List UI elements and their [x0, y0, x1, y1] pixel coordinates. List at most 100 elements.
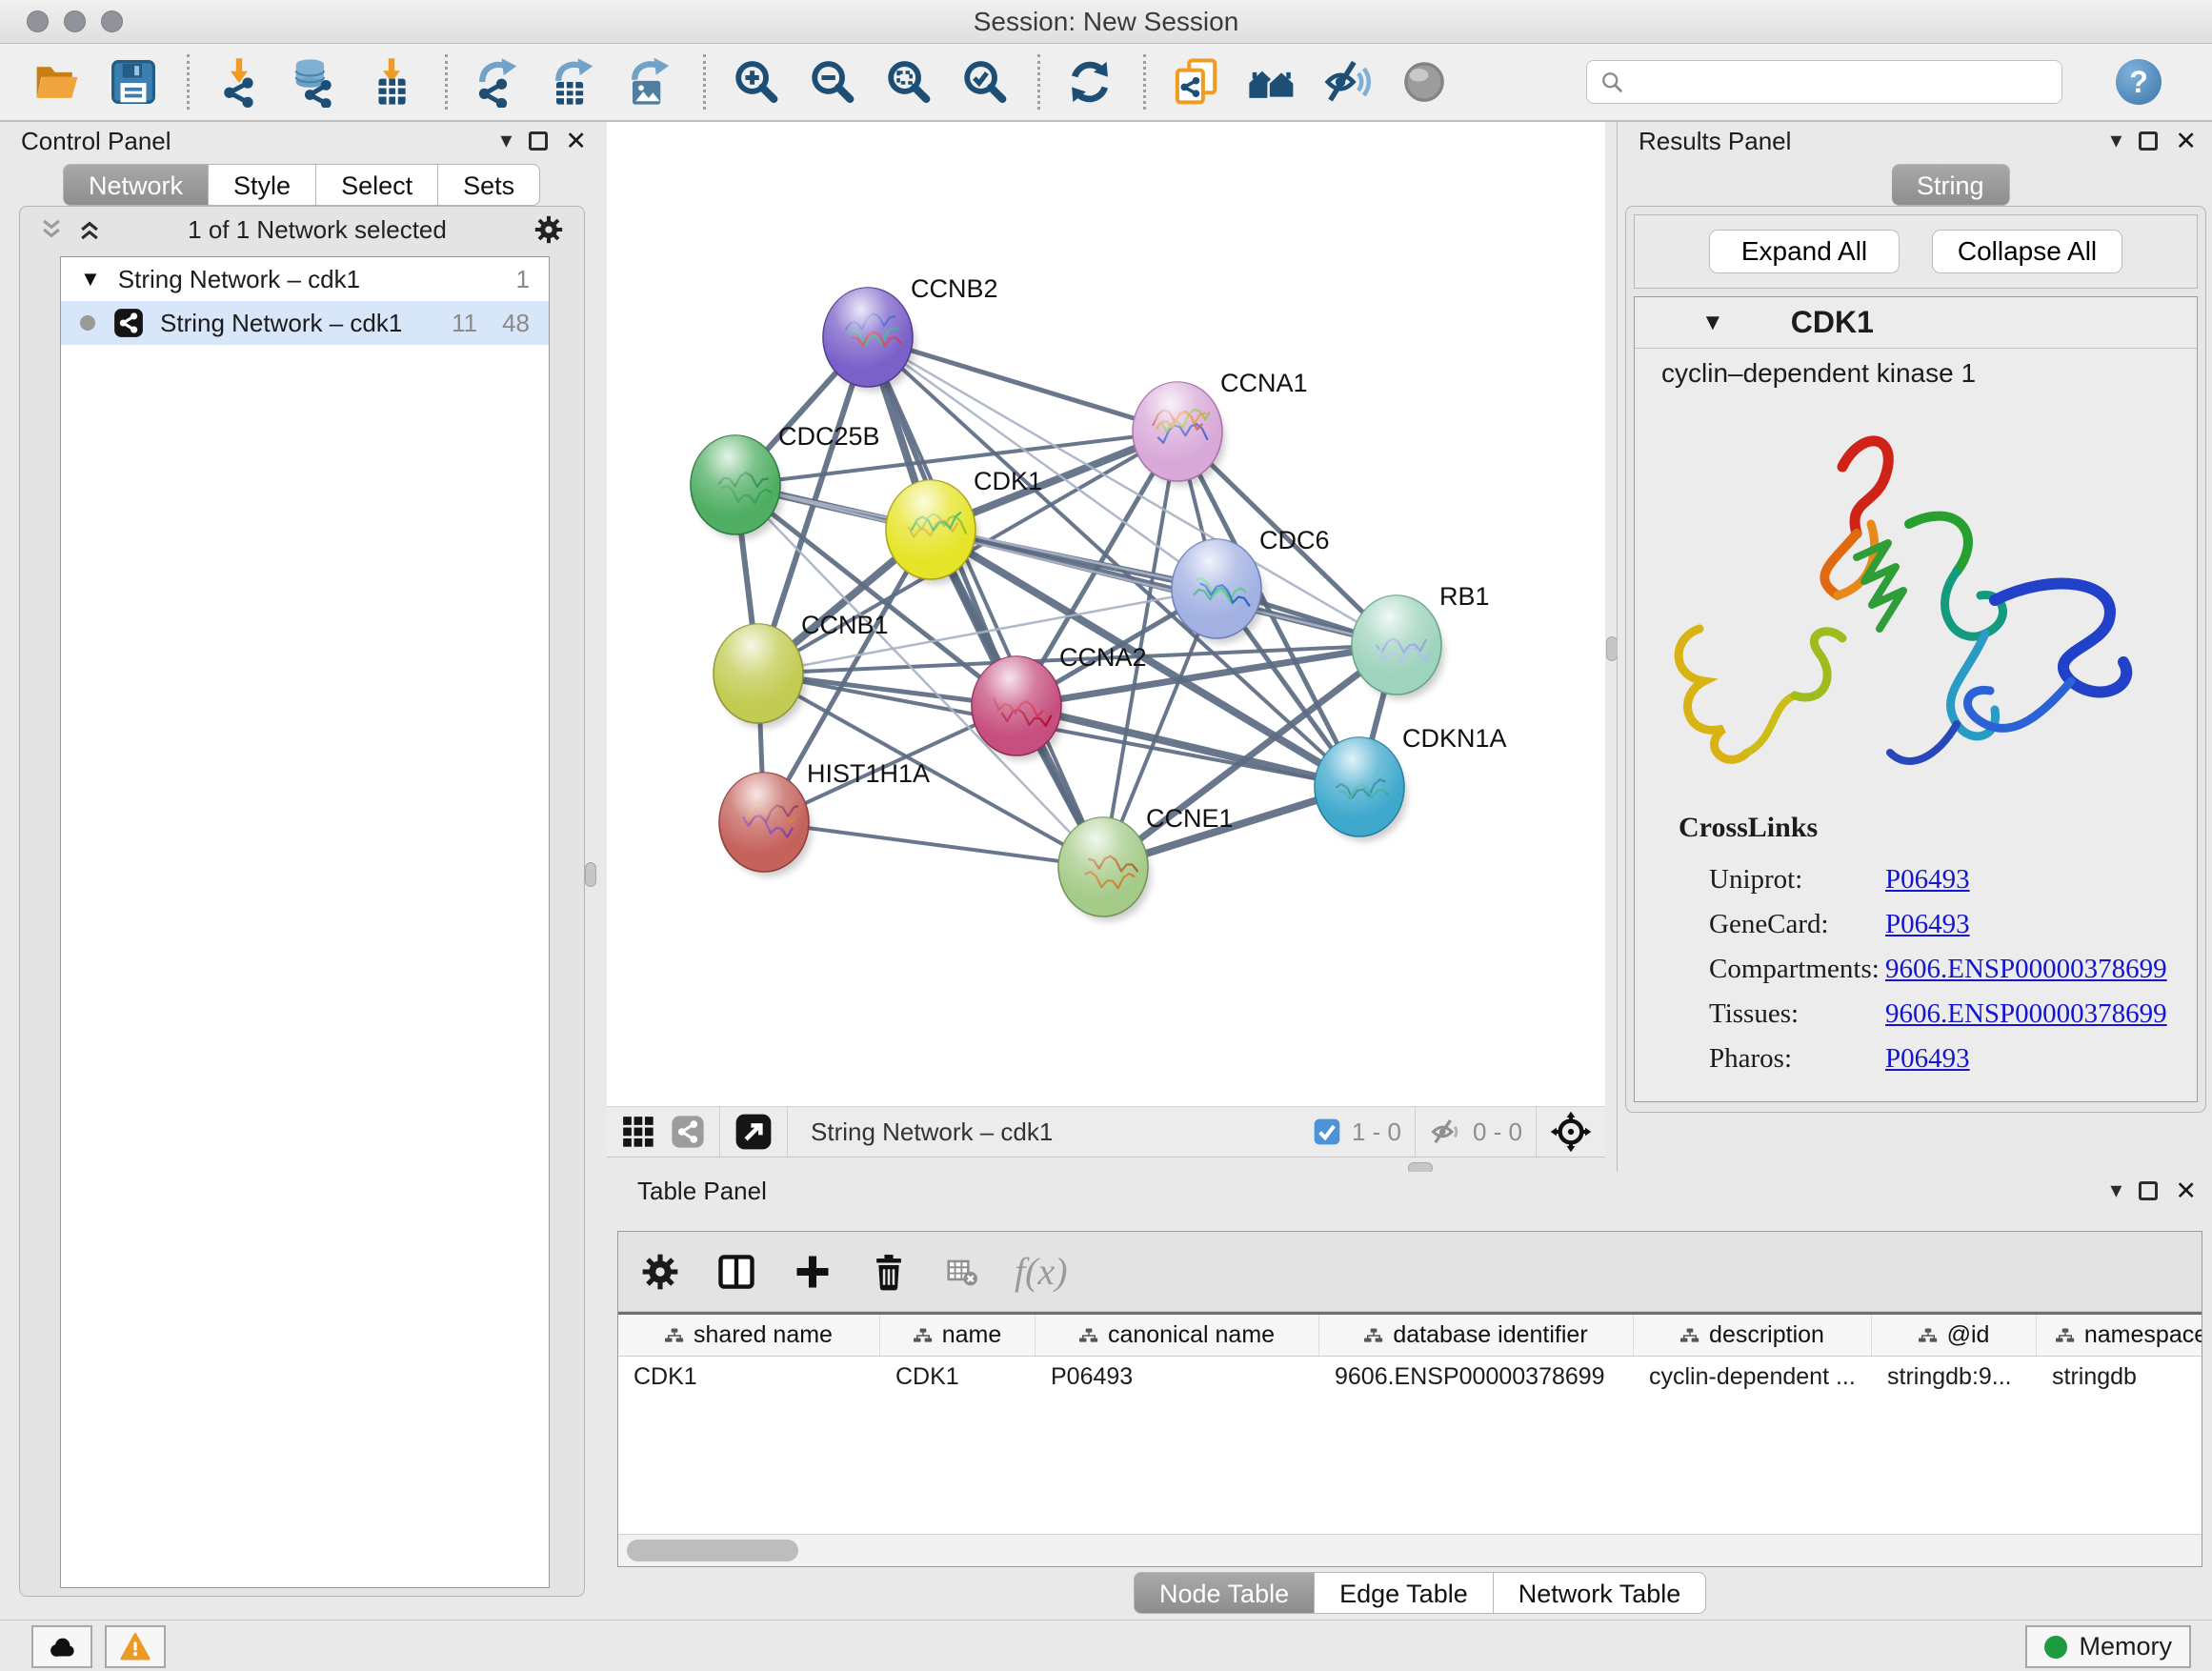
crosslink-link[interactable]: 9606.ENSP00000378699 — [1885, 954, 2167, 985]
tab-select[interactable]: Select — [316, 164, 438, 206]
network-row[interactable]: String Network – cdk1 11 48 — [61, 301, 549, 345]
memory-button[interactable]: Memory — [2025, 1625, 2191, 1668]
column-header-database-identifier[interactable]: database identifier — [1319, 1315, 1634, 1356]
help-button[interactable]: ? — [2116, 59, 2162, 105]
table-settings-gear-icon[interactable] — [639, 1251, 681, 1293]
tab-sets[interactable]: Sets — [438, 164, 540, 206]
panel-float-icon[interactable] — [2139, 131, 2158, 151]
network-node-RB1[interactable] — [1352, 595, 1444, 699]
expand-all-button[interactable]: Expand All — [1709, 230, 1900, 273]
tab-network[interactable]: Network — [63, 164, 209, 206]
network-node-CCNE1[interactable] — [1058, 817, 1151, 921]
table-cell[interactable]: 9606.ENSP00000378699 — [1319, 1357, 1634, 1397]
column-header-shared-name[interactable]: shared name — [618, 1315, 880, 1356]
crosslink-link[interactable]: P06493 — [1885, 1043, 1970, 1075]
expand-all-networks-icon[interactable] — [77, 217, 102, 242]
table-cell[interactable]: cyclin-dependent ... — [1634, 1357, 1872, 1397]
network-options-gear-icon[interactable] — [533, 213, 565, 246]
add-column-icon[interactable] — [792, 1251, 834, 1293]
table-cell[interactable]: CDK1 — [880, 1357, 1036, 1397]
import-table-button[interactable] — [363, 53, 420, 111]
network-canvas[interactable]: CCNB2CCNA1CDC25BCDK1CDC6RB1CCNB1CCNA2CDK… — [607, 122, 1605, 1106]
collapse-all-button[interactable]: Collapse All — [1932, 230, 2122, 273]
table-cell[interactable]: CDK1 — [618, 1357, 880, 1397]
string-share-icon[interactable] — [670, 1114, 706, 1150]
control-panel-title: Control Panel — [21, 127, 500, 156]
table-cell[interactable]: stringdb:9... — [1872, 1357, 2037, 1397]
network-node-CDKN1A[interactable] — [1315, 737, 1407, 841]
tab-style[interactable]: Style — [209, 164, 316, 206]
zoom-fit-button[interactable] — [879, 53, 936, 111]
tab-string[interactable]: String — [1892, 164, 2010, 206]
zoom-selected-button[interactable] — [955, 53, 1013, 111]
main-area: Control Panel ▾ ✕ NetworkStyleSelectSets… — [0, 122, 2212, 1620]
fit-crosshair-icon[interactable] — [1550, 1111, 1592, 1153]
refresh-button[interactable] — [1061, 53, 1118, 111]
network-node-CCNB1[interactable] — [714, 624, 806, 728]
search-box[interactable] — [1586, 60, 2062, 104]
collapse-all-networks-icon[interactable] — [39, 217, 64, 242]
zoom-out-button[interactable] — [803, 53, 860, 111]
panel-float-icon[interactable] — [529, 131, 548, 151]
warnings-button[interactable] — [105, 1625, 166, 1668]
import-network-database-button[interactable] — [287, 53, 344, 111]
column-header-description[interactable]: description — [1634, 1315, 1872, 1356]
column-header--id[interactable]: @id — [1872, 1315, 2037, 1356]
network-node-CDK1[interactable] — [886, 480, 978, 584]
show-columns-icon[interactable] — [715, 1251, 757, 1293]
network-edge-count: 48 — [502, 309, 530, 338]
network-edge-HIST1H1A-CCNE1[interactable] — [764, 822, 1103, 867]
tab-network-table[interactable]: Network Table — [1494, 1572, 1707, 1614]
export-network-button[interactable] — [469, 53, 526, 111]
node-label-HIST1H1A: HIST1H1A — [807, 759, 930, 788]
column-header-namespace[interactable]: namespace — [2037, 1315, 2202, 1356]
network-collection-label: String Network – cdk1 — [118, 265, 492, 294]
network-node-CCNA1[interactable] — [1133, 382, 1225, 486]
copy-style-button[interactable] — [1167, 53, 1224, 111]
column-header-canonical-name[interactable]: canonical name — [1036, 1315, 1319, 1356]
delete-column-icon[interactable] — [868, 1251, 910, 1293]
table-horizontal-scrollbar[interactable] — [618, 1534, 2202, 1566]
cloud-status-button[interactable] — [31, 1625, 92, 1668]
panel-close-icon[interactable]: ✕ — [565, 129, 587, 154]
selected-checkbox-icon[interactable] — [1312, 1117, 1342, 1147]
column-header-name[interactable]: name — [880, 1315, 1036, 1356]
crosslink-link[interactable]: P06493 — [1885, 864, 1970, 896]
network-collection-row[interactable]: ▼ String Network – cdk1 1 — [61, 257, 549, 301]
panel-collapse-icon[interactable]: ▾ — [500, 130, 512, 152]
hidden-node-edge-counts: 0 - 0 — [1473, 1117, 1522, 1147]
scrollbar-thumb[interactable] — [627, 1540, 798, 1561]
table-row[interactable]: CDK1CDK1P064939606.ENSP00000378699cyclin… — [618, 1357, 2202, 1397]
grid-view-icon[interactable] — [620, 1114, 656, 1150]
table-cell[interactable]: P06493 — [1036, 1357, 1319, 1397]
network-node-HIST1H1A[interactable] — [719, 773, 812, 876]
left-splitter-handle[interactable] — [585, 862, 596, 887]
crosslink-link[interactable]: P06493 — [1885, 909, 1970, 940]
import-network-file-button[interactable] — [211, 53, 268, 111]
show-all-networks-button[interactable] — [1243, 53, 1300, 111]
section-collapse-arrow-icon[interactable]: ▼ — [1701, 310, 1724, 336]
save-session-button[interactable] — [105, 53, 162, 111]
show-hide-graphics-button[interactable] — [1319, 53, 1377, 111]
crosslink-link[interactable]: 9606.ENSP00000378699 — [1885, 998, 2167, 1030]
search-input[interactable] — [1633, 68, 2050, 97]
panel-float-icon[interactable] — [2139, 1181, 2158, 1200]
export-image-button[interactable] — [621, 53, 678, 111]
open-session-button[interactable] — [29, 53, 86, 111]
zoom-in-button[interactable] — [727, 53, 784, 111]
tab-edge-table[interactable]: Edge Table — [1315, 1572, 1494, 1614]
panel-collapse-icon[interactable]: ▾ — [2110, 1179, 2122, 1202]
panel-collapse-icon[interactable]: ▾ — [2110, 130, 2122, 152]
tree-expand-arrow-icon[interactable]: ▼ — [80, 267, 101, 292]
hidden-eye-icon[interactable] — [1429, 1115, 1463, 1149]
panel-close-icon[interactable]: ✕ — [2175, 129, 2197, 154]
panel-close-icon[interactable]: ✕ — [2175, 1178, 2197, 1204]
export-table-button[interactable] — [545, 53, 602, 111]
tab-node-table[interactable]: Node Table — [1134, 1572, 1315, 1614]
footer-separator — [787, 1107, 788, 1157]
node-section-header[interactable]: ▼ CDK1 — [1635, 297, 2197, 349]
table-cell[interactable]: stringdb — [2037, 1357, 2202, 1397]
node-label-CDC6: CDC6 — [1259, 526, 1330, 554]
birdseye-view-icon[interactable] — [734, 1112, 774, 1152]
window-title: Session: New Session — [0, 0, 2212, 44]
